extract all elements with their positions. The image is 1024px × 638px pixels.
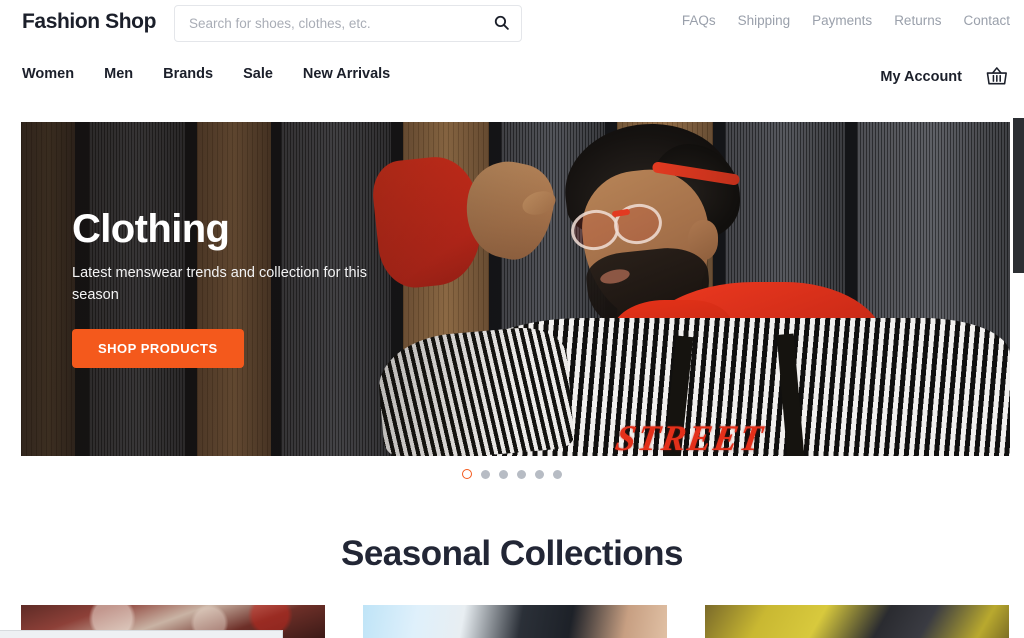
utility-link-payments[interactable]: Payments [812,13,872,28]
hero-title: Clothing [72,207,230,251]
my-account-link[interactable]: My Account [880,69,962,85]
utility-link-faqs[interactable]: FAQs [682,13,716,28]
search-input[interactable] [175,6,481,41]
nav-item-sale[interactable]: Sale [243,66,273,82]
main-navigation: Women Men Brands Sale New Arrivals My Ac… [0,47,1024,103]
cart-button[interactable] [984,64,1010,90]
page-scrollbar-thumb[interactable] [1013,118,1024,273]
shopping-basket-icon [985,65,1009,90]
utility-link-returns[interactable]: Returns [894,13,941,28]
nav-account-area: My Account [880,64,1010,90]
nav-links: Women Men Brands Sale New Arrivals [22,66,390,82]
nav-item-men[interactable]: Men [104,66,133,82]
carousel-dot-4[interactable] [517,469,526,479]
carousel-pagination [0,469,1024,479]
nav-item-brands[interactable]: Brands [163,66,213,82]
hero-carousel-slide[interactable]: STREET Clothing Latest menswear trends a… [21,122,1010,456]
search-submit-button[interactable] [481,6,521,41]
nav-item-women[interactable]: Women [22,66,74,82]
nav-item-new-arrivals[interactable]: New Arrivals [303,66,390,82]
top-bar: Fashion Shop FAQs Shipping Payments Retu… [0,0,1024,47]
hero-copy: Clothing Latest menswear trends and coll… [72,208,412,368]
utility-link-contact[interactable]: Contact [963,13,1010,28]
collection-card-2[interactable] [363,605,667,638]
carousel-dot-6[interactable] [553,469,562,479]
seasonal-collections-title: Seasonal Collections [340,534,684,573]
carousel-dot-1[interactable] [462,469,472,479]
utility-link-shipping[interactable]: Shipping [738,13,791,28]
search-bar[interactable] [174,5,522,42]
utility-links: FAQs Shipping Payments Returns Contact [682,13,1010,28]
browser-status-bar [0,630,283,638]
collection-card-3[interactable] [705,605,1009,638]
carousel-dot-2[interactable] [481,469,490,479]
page-root: Fashion Shop FAQs Shipping Payments Retu… [0,0,1024,638]
carousel-dot-3[interactable] [499,469,508,479]
carousel-dot-5[interactable] [535,469,544,479]
shop-products-button[interactable]: SHOP PRODUCTS [72,328,244,368]
search-icon [493,14,510,34]
hero-subtitle: Latest menswear trends and collection fo… [72,265,367,304]
site-logo[interactable]: Fashion Shop [22,10,156,34]
